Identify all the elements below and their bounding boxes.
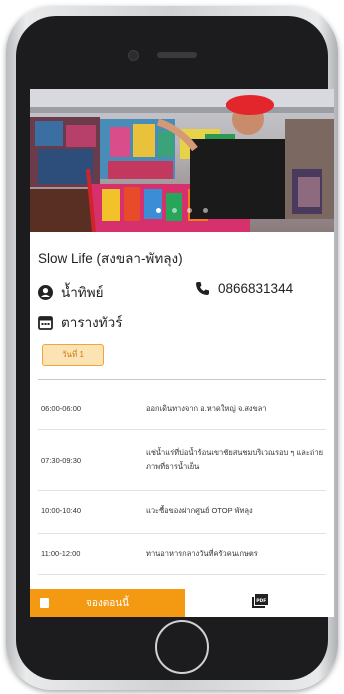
carousel-indicator (30, 200, 334, 218)
svg-text:PDF: PDF (256, 597, 266, 603)
schedule-row: 07:30-09:30 แช่น้ำแร่ที่บ่อน้ำร้อนเขาชัย… (38, 430, 326, 491)
pdf-button[interactable]: PDF (185, 589, 334, 617)
carousel-dot[interactable] (156, 208, 162, 213)
bookmark-icon (40, 598, 49, 608)
schedule-desc: แช่น้ำแร่ที่บ่อน้ำร้อนเขาชัยสนชมบริเวณรอ… (146, 448, 324, 471)
schedule-row: 06:00-06:00 ออกเดินทางจาก อ.หาดใหญ่ จ.สง… (38, 389, 326, 430)
carousel-dot[interactable] (187, 208, 193, 213)
schedule-desc: ทานอาหารกลางวันที่ครัวคนเกษตร (146, 549, 258, 558)
front-camera (128, 50, 139, 61)
schedule-row: 10:00-10:40 แวะซื้อของฝากศูนย์ OTOP พัทล… (38, 491, 326, 534)
guide-row: น้ำทิพย์ (38, 281, 104, 303)
phone-row[interactable]: 0866831344 (195, 281, 293, 296)
book-now-label: จองตอนนี้ (86, 597, 129, 609)
schedule-time: 06:00-06:00 (41, 404, 82, 413)
section-divider (38, 379, 326, 380)
tour-title: Slow Life (สงขลา-พัทลุง) (38, 251, 183, 266)
schedule-time: 10:00-10:40 (41, 506, 82, 515)
carousel-dot[interactable] (202, 208, 208, 213)
phone-icon (195, 281, 210, 296)
schedule-label: ตารางทัวร์ (61, 315, 123, 330)
home-button[interactable] (155, 620, 209, 674)
schedule-time: 07:30-09:30 (41, 456, 82, 465)
carousel-dot[interactable] (171, 208, 177, 213)
user-icon (38, 284, 53, 300)
book-now-button[interactable]: จองตอนนี้ (30, 589, 185, 617)
schedule-desc: แวะซื้อของฝากศูนย์ OTOP พัทลุง (146, 506, 253, 515)
bottom-action-bar: จองตอนนี้ PDF (30, 589, 334, 617)
calendar-icon (38, 315, 53, 330)
schedule-header: ตารางทัวร์ (38, 311, 123, 333)
guide-name: น้ำทิพย์ (61, 285, 104, 300)
schedule-row: 11:00-12:00 ทานอาหารกลางวันที่ครัวคนเกษต… (38, 534, 326, 575)
pdf-icon: PDF (251, 593, 268, 613)
tour-photo-carousel[interactable] (30, 89, 334, 232)
schedule-time: 11:00-12:00 (41, 549, 81, 558)
app-screen: Slow Life (สงขลา-พัทลุง) น้ำทิพย์ 086683… (30, 89, 334, 617)
day-tab-1[interactable]: วันที่ 1 (42, 344, 104, 366)
schedule-desc: ออกเดินทางจาก อ.หาดใหญ่ จ.สงขลา (146, 404, 267, 413)
phone-number[interactable]: 0866831344 (218, 281, 293, 296)
earpiece-speaker (157, 52, 197, 58)
